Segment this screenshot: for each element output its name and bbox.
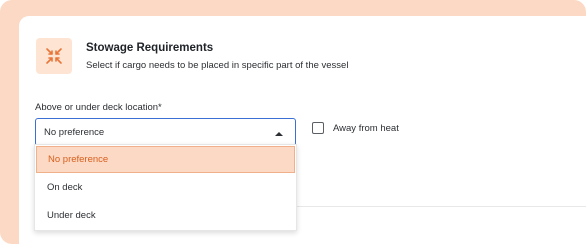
stowage-section-header: Stowage Requirements Select if cargo nee… (36, 38, 348, 74)
section-subtitle: Select if cargo needs to be placed in sp… (86, 60, 349, 71)
option-no-preference[interactable]: No preference (36, 146, 295, 173)
section-divider (297, 206, 586, 207)
option-on-deck[interactable]: On deck (35, 173, 296, 201)
deck-location-value: No preference (44, 126, 105, 138)
away-from-heat-checkbox[interactable] (312, 122, 324, 134)
section-title: Stowage Requirements (86, 42, 214, 54)
caret-up-icon (275, 129, 283, 140)
header-text: Stowage Requirements Select if cargo nee… (86, 41, 348, 72)
collapse-arrows-icon (36, 38, 72, 74)
stowage-card: Stowage Requirements Select if cargo nee… (19, 16, 586, 244)
option-under-deck[interactable]: Under deck (35, 201, 296, 229)
deck-location-select[interactable]: No preference (35, 118, 296, 146)
deck-location-dropdown: No preference On deck Under deck (34, 144, 297, 231)
away-from-heat-checkbox-row[interactable]: Away from heat (312, 122, 399, 134)
deck-location-label: Above or under deck location* (35, 102, 162, 113)
away-from-heat-label: Away from heat (333, 122, 399, 134)
